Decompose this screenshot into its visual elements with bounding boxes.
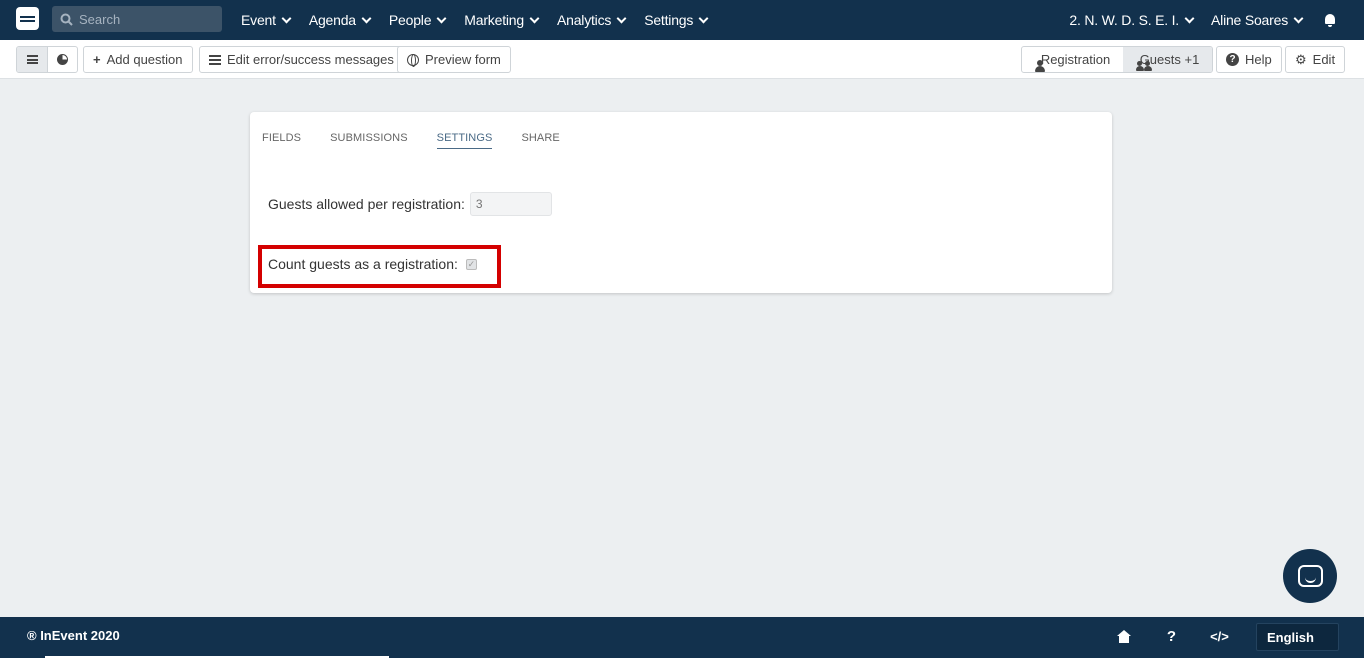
- form-toolbar: + Add question Edit error/success message…: [0, 40, 1364, 79]
- chat-launcher-button[interactable]: [1283, 549, 1337, 603]
- main-menu: Event Agenda People Marketing Analytics …: [241, 0, 726, 40]
- chat-icon: [1297, 565, 1323, 587]
- form-type-toggle: Registration Guests +1: [1021, 46, 1213, 73]
- chevron-down-icon: [281, 13, 292, 23]
- form-tabs: FIELDS SUBMISSIONS SETTINGS SHARE: [262, 132, 589, 149]
- question-circle-icon: ?: [1226, 53, 1239, 66]
- user-name: Aline Soares: [1211, 12, 1288, 28]
- chevron-down-icon: [361, 13, 372, 23]
- chevron-down-icon: [529, 13, 540, 23]
- chevron-down-icon: [436, 13, 447, 23]
- globe-icon: [407, 53, 419, 67]
- guests-allowed-input[interactable]: [469, 192, 552, 216]
- inevent-logo[interactable]: [16, 7, 39, 30]
- menu-people-label: People: [388, 12, 432, 28]
- preview-form-button[interactable]: Preview form: [397, 46, 511, 73]
- menu-settings[interactable]: Settings: [644, 12, 709, 28]
- chevron-down-icon: [1293, 13, 1304, 23]
- edit-label: Edit: [1312, 52, 1336, 67]
- user-menu[interactable]: Aline Soares: [1211, 12, 1304, 28]
- pie-chart-icon: [57, 54, 68, 65]
- edit-button[interactable]: ⚙ Edit: [1285, 46, 1346, 73]
- menu-event[interactable]: Event: [241, 12, 292, 28]
- preview-form-label: Preview form: [425, 52, 501, 67]
- tab-fields[interactable]: FIELDS: [262, 132, 301, 149]
- menu-marketing[interactable]: Marketing: [464, 12, 540, 28]
- search-icon: [60, 13, 73, 26]
- menu-people[interactable]: People: [388, 12, 447, 28]
- count-guests-row: Count guests as a registration: ✓: [268, 256, 477, 272]
- plus-icon: +: [93, 52, 101, 67]
- edit-messages-label: Edit error/success messages: [227, 52, 394, 67]
- help-button[interactable]: ? Help: [1216, 46, 1282, 73]
- edit-messages-button[interactable]: Edit error/success messages: [199, 46, 404, 73]
- list-view-button[interactable]: [17, 47, 47, 72]
- tab-settings[interactable]: SETTINGS: [436, 132, 493, 149]
- registration-tab-button[interactable]: Registration: [1022, 47, 1123, 72]
- help-label: Help: [1245, 52, 1272, 67]
- menu-analytics-label: Analytics: [556, 12, 612, 28]
- bell-icon[interactable]: [1324, 14, 1336, 27]
- chevron-down-icon: [698, 13, 709, 23]
- tab-share[interactable]: SHARE: [521, 132, 559, 149]
- event-selector[interactable]: 2. N. W. D. S. E. I.: [1069, 12, 1195, 28]
- chevron-down-icon: [616, 13, 627, 23]
- guests-allowed-row: Guests allowed per registration:: [268, 192, 552, 216]
- menu-agenda[interactable]: Agenda: [308, 12, 372, 28]
- language-selector[interactable]: English: [1256, 623, 1339, 651]
- top-navbar: Event Agenda People Marketing Analytics …: [0, 0, 1364, 40]
- search-input[interactable]: [79, 11, 209, 27]
- menu-event-label: Event: [241, 12, 276, 28]
- tab-submissions[interactable]: SUBMISSIONS: [330, 132, 408, 149]
- chevron-down-icon: [1184, 13, 1195, 23]
- search-box[interactable]: [52, 6, 222, 32]
- footer-icons: ? </>: [1110, 627, 1254, 645]
- menu-settings-label: Settings: [644, 12, 694, 28]
- menu-analytics[interactable]: Analytics: [556, 12, 627, 28]
- menu-marketing-label: Marketing: [464, 12, 524, 28]
- home-icon[interactable]: [1110, 627, 1137, 645]
- gear-icon: ⚙: [1295, 52, 1307, 67]
- code-icon[interactable]: </>: [1206, 627, 1233, 645]
- menu-icon: [26, 55, 38, 64]
- registration-label: Registration: [1040, 52, 1111, 67]
- footer: ® InEvent 2020 ? </> English: [0, 617, 1364, 658]
- nav-right: 2. N. W. D. S. E. I. Aline Soares: [1051, 0, 1336, 40]
- checklist-icon: [209, 54, 221, 65]
- guests-allowed-label: Guests allowed per registration:: [268, 196, 465, 212]
- add-question-button[interactable]: + Add question: [83, 46, 193, 73]
- chart-view-button[interactable]: [47, 47, 77, 72]
- copyright-text: ® InEvent 2020: [27, 628, 120, 643]
- guests-tab-button[interactable]: Guests +1: [1123, 47, 1212, 72]
- menu-agenda-label: Agenda: [308, 12, 356, 28]
- event-name: 2. N. W. D. S. E. I.: [1069, 12, 1180, 28]
- count-guests-checkbox[interactable]: ✓: [465, 258, 477, 270]
- view-toggle: [16, 46, 78, 73]
- add-question-label: Add question: [106, 52, 183, 67]
- count-guests-label: Count guests as a registration:: [268, 256, 458, 272]
- form-settings-card: FIELDS SUBMISSIONS SETTINGS SHARE Guests…: [250, 112, 1112, 293]
- question-icon[interactable]: ?: [1158, 627, 1185, 645]
